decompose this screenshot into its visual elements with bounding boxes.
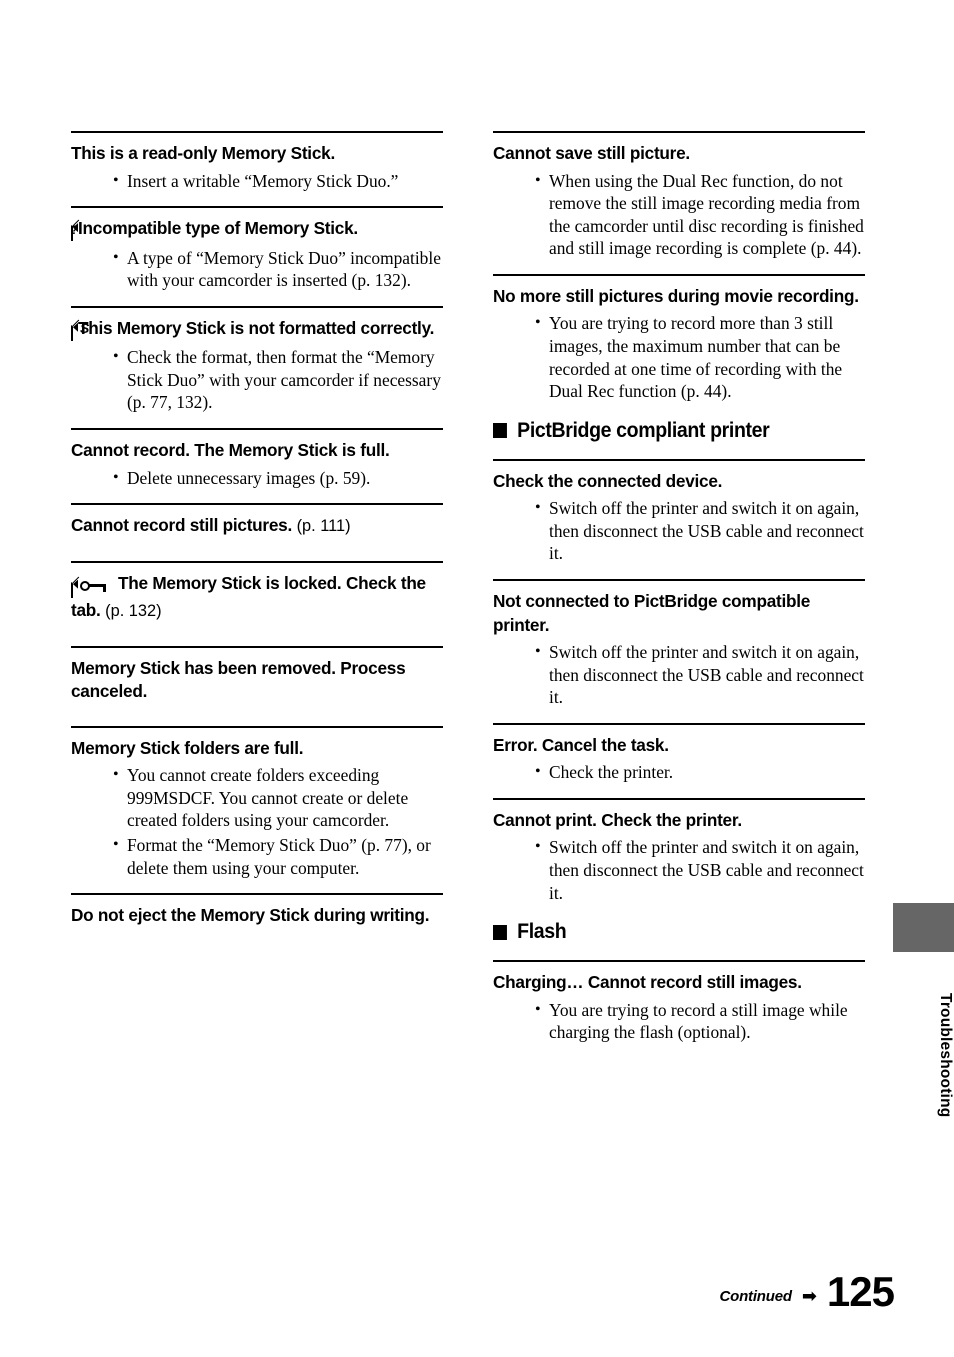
message-heading: Not connected to PictBridge compatible p… xyxy=(493,590,865,637)
left-column: This is a read-only Memory Stick. Insert … xyxy=(70,131,443,950)
remedy-list: Check the format, then format the “Memor… xyxy=(71,346,443,414)
remedy-list: You cannot create folders exceeding 999M… xyxy=(71,764,443,879)
list-item: Check the printer. xyxy=(535,761,865,784)
message-heading: The Memory Stick is locked. Check the ta… xyxy=(71,572,443,624)
message-heading-text: Memory Stick folders are full. xyxy=(71,737,304,758)
message-heading-text: No more still pictures during movie reco… xyxy=(493,285,859,306)
message-heading: SThis Memory Stick is not formatted corr… xyxy=(71,317,443,343)
square-bullet-icon xyxy=(493,423,507,439)
list-item: Switch off the printer and switch it on … xyxy=(535,836,865,904)
page-reference: (p. 111) xyxy=(292,517,351,536)
message-heading-text: This Memory Stick is not formatted corre… xyxy=(78,317,435,338)
list-item: Insert a writable “Memory Stick Duo.” xyxy=(113,170,443,193)
page-footer: Continued ➡ 125 xyxy=(719,1268,895,1315)
section-divider xyxy=(71,725,443,728)
message-heading-text: Error. Cancel the task. xyxy=(493,734,669,755)
memory-stick-lock-group xyxy=(71,574,113,600)
section-heading-text: Flash xyxy=(517,920,567,944)
message-heading-text: Do not eject the Memory Stick during wri… xyxy=(71,905,430,926)
section-divider xyxy=(493,722,865,725)
list-item: A type of “Memory Stick Duo” incompatibl… xyxy=(113,247,443,292)
page-reference: (p. 132) xyxy=(100,602,162,621)
message-heading: Do not eject the Memory Stick during wri… xyxy=(71,904,443,928)
list-item: You cannot create folders exceeding 999M… xyxy=(113,764,443,832)
key-icon xyxy=(80,580,106,593)
continued-label: Continued xyxy=(719,1288,792,1305)
message-heading-text: Check the connected device. xyxy=(493,470,723,491)
message-heading-text: This is a read-only Memory Stick. xyxy=(71,143,335,163)
section-divider xyxy=(71,428,443,431)
page-number: 125 xyxy=(826,1268,895,1315)
remedy-list: You are trying to record more than 3 sti… xyxy=(493,312,865,402)
message-heading-text: Incompatible type of Memory Stick. xyxy=(78,218,358,239)
section-divider xyxy=(493,960,865,963)
list-item: Check the format, then format the “Memor… xyxy=(113,346,443,414)
message-heading: Cannot record. The Memory Stick is full. xyxy=(71,439,443,463)
message-heading: ?Incompatible type of Memory Stick. xyxy=(70,217,443,243)
remedy-list: Switch off the printer and switch it on … xyxy=(493,836,865,904)
remedy-list: Delete unnecessary images (p. 59). xyxy=(71,467,443,490)
remedy-list: Switch off the printer and switch it on … xyxy=(493,641,865,709)
chapter-tab-label: Troubleshooting xyxy=(937,992,954,1118)
message-heading: Memory Stick has been removed. Process c… xyxy=(71,657,443,704)
section-divider xyxy=(71,305,443,308)
list-item: Format the “Memory Stick Duo” (p. 77), o… xyxy=(113,834,443,879)
message-heading: Check the connected device. xyxy=(493,470,865,494)
message-heading: Error. Cancel the task. xyxy=(493,734,865,758)
right-column: Cannot save still picture. When using the… xyxy=(493,131,865,1058)
section-divider xyxy=(71,560,443,563)
remedy-list: Check the printer. xyxy=(493,761,865,784)
remedy-list: When using the Dual Rec function, do not… xyxy=(493,170,865,260)
message-heading: No more still pictures during movie reco… xyxy=(493,285,865,309)
section-divider xyxy=(71,206,443,209)
list-item: Switch off the printer and switch it on … xyxy=(535,641,865,709)
section-divider xyxy=(71,645,443,648)
memory-stick-format-icon: S xyxy=(71,318,89,343)
section-heading: Flash xyxy=(493,920,839,944)
manual-page: This is a read-only Memory Stick. Insert … xyxy=(0,0,954,1357)
message-heading: Memory Stick folders are full. xyxy=(71,737,443,761)
square-bullet-icon xyxy=(493,924,507,940)
section-divider xyxy=(493,797,865,800)
list-item: Delete unnecessary images (p. 59). xyxy=(113,467,443,490)
message-heading-text: Cannot print. Check the printer. xyxy=(493,809,742,830)
message-heading-text: Cannot record. The Memory Stick is full. xyxy=(71,440,390,461)
message-heading-text: Cannot save still picture. xyxy=(493,143,690,163)
remedy-list: Insert a writable “Memory Stick Duo.” xyxy=(71,170,443,193)
list-item: You are trying to record a still image w… xyxy=(535,999,865,1044)
section-divider xyxy=(71,503,443,506)
list-item: You are trying to record more than 3 sti… xyxy=(535,312,865,402)
message-heading: Cannot save still picture. xyxy=(493,142,865,166)
message-heading: Cannot print. Check the printer. xyxy=(493,809,865,833)
chapter-tab-marker xyxy=(893,903,954,952)
section-divider xyxy=(71,893,443,896)
remedy-list: A type of “Memory Stick Duo” incompatibl… xyxy=(71,247,443,292)
message-heading-text: Cannot record still pictures. xyxy=(71,515,293,536)
remedy-list: Switch off the printer and switch it on … xyxy=(493,497,865,565)
message-heading-text: Memory Stick has been removed. Process c… xyxy=(71,657,406,702)
section-divider xyxy=(493,273,865,276)
section-divider xyxy=(493,131,865,133)
memory-stick-lock-icon xyxy=(71,575,73,600)
section-heading: PictBridge compliant printer xyxy=(493,419,839,443)
list-item: When using the Dual Rec function, do not… xyxy=(535,170,865,260)
remedy-list: You are trying to record a still image w… xyxy=(493,999,865,1044)
message-heading: This is a read-only Memory Stick. xyxy=(71,142,443,166)
arrow-right-icon: ➡ xyxy=(801,1286,817,1307)
section-heading-text: PictBridge compliant printer xyxy=(517,418,770,442)
message-heading-text: Not connected to PictBridge compatible p… xyxy=(493,591,811,635)
memory-stick-question-icon: ? xyxy=(70,219,78,243)
section-divider xyxy=(71,131,443,133)
section-divider xyxy=(493,579,865,582)
message-heading-text: Charging… Cannot record still images. xyxy=(493,972,802,993)
message-heading: Cannot record still pictures. (p. 111) xyxy=(71,514,443,539)
message-heading: Charging… Cannot record still images. xyxy=(493,971,865,995)
section-divider xyxy=(493,458,865,461)
list-item: Switch off the printer and switch it on … xyxy=(535,497,865,565)
